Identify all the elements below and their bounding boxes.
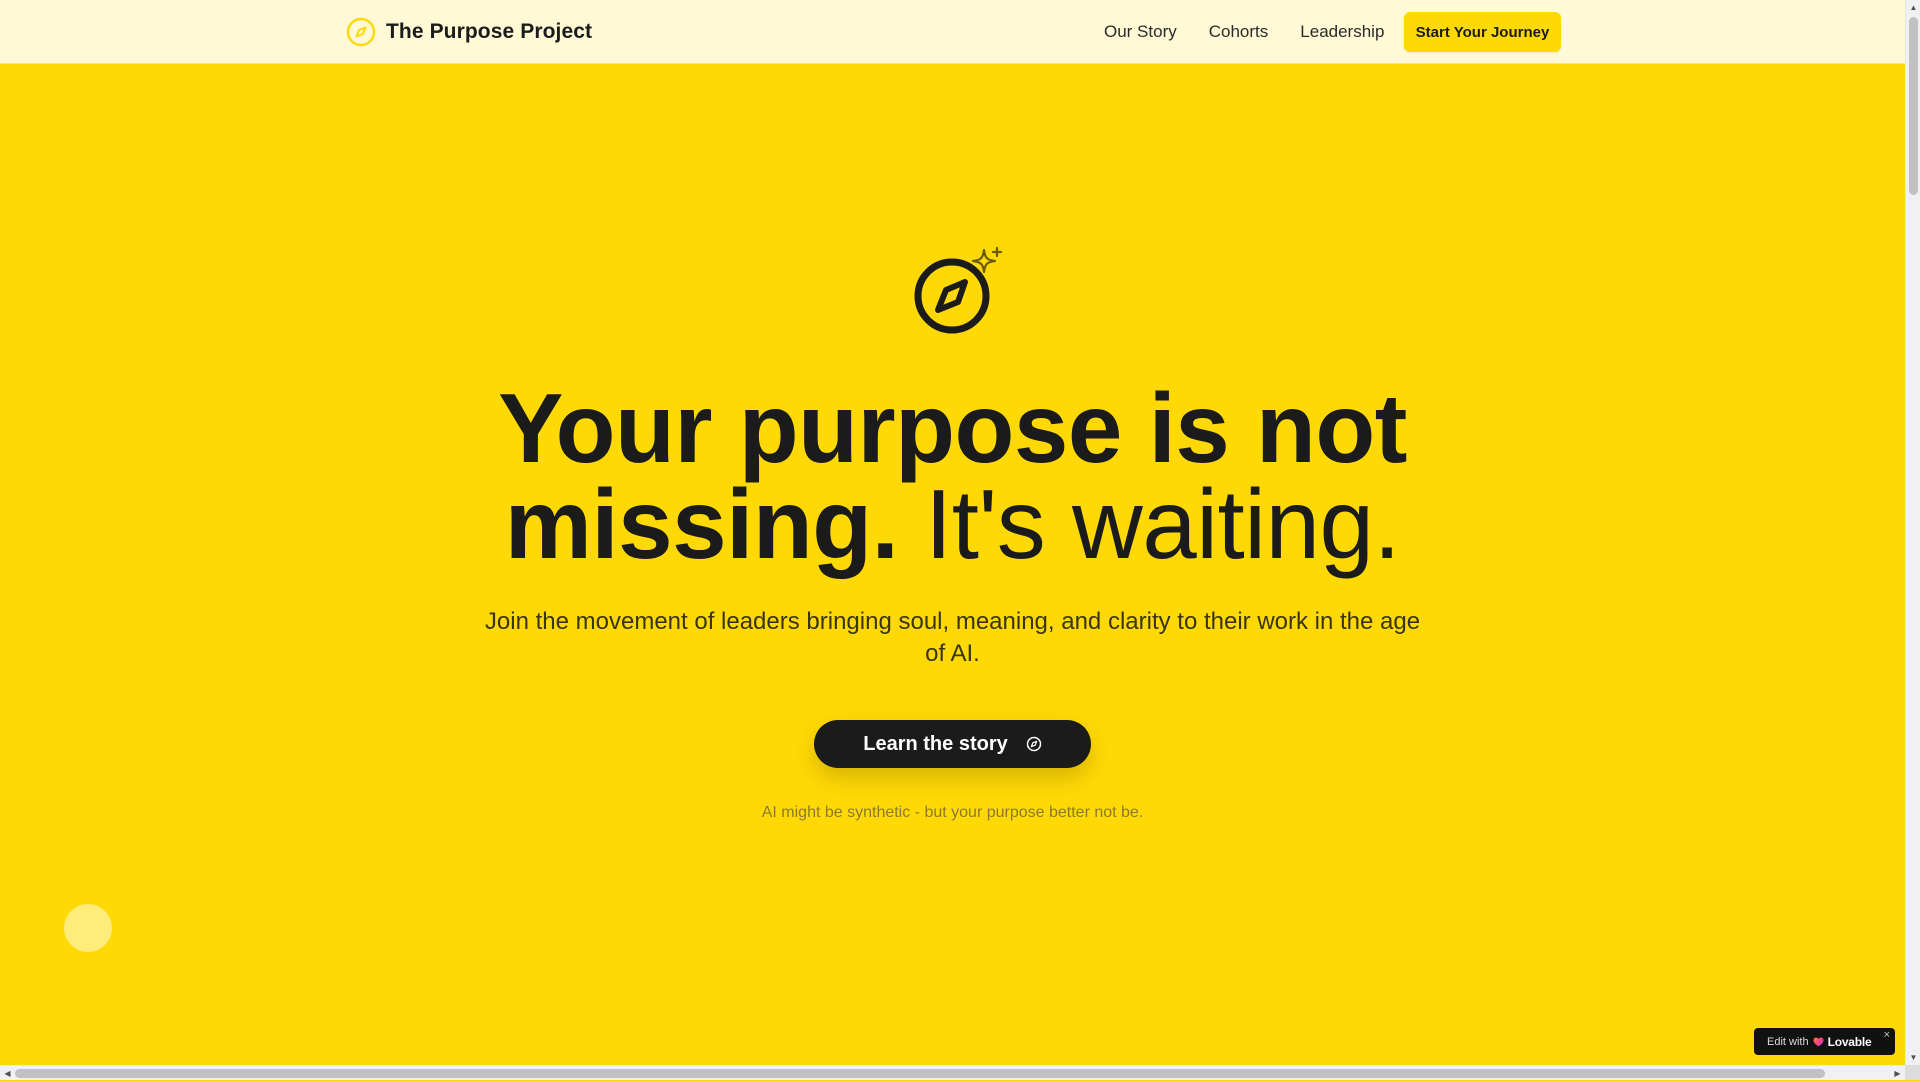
compass-icon <box>1026 736 1041 752</box>
nav-links: Our Story Cohorts Leadership <box>1104 0 1384 64</box>
edit-with-lovable-badge[interactable]: Edit with Lovable × <box>1754 1028 1895 1055</box>
nav-link-cohorts[interactable]: Cohorts <box>1209 22 1269 42</box>
top-navbar: The Purpose Project Our Story Cohorts Le… <box>0 0 1905 64</box>
start-journey-button[interactable]: Start Your Journey <box>1404 12 1561 52</box>
scroll-left-arrow-icon[interactable]: ◀ <box>0 1066 15 1081</box>
brand-logo-link[interactable]: The Purpose Project <box>346 16 592 48</box>
horizontal-scrollbar[interactable]: ◀ ▶ <box>0 1065 1905 1080</box>
vertical-scroll-thumb[interactable] <box>1909 17 1918 195</box>
compass-icon <box>346 17 376 47</box>
scrollbar-corner <box>1905 1065 1920 1080</box>
scroll-down-arrow-icon[interactable]: ▼ <box>1906 1050 1920 1065</box>
hero-tagline: AI might be synthetic - but your purpose… <box>761 804 1144 821</box>
compass-sparkle-icon <box>914 246 1003 334</box>
nav-link-our-story[interactable]: Our Story <box>1104 22 1177 42</box>
scroll-right-arrow-icon[interactable]: ▶ <box>1890 1066 1905 1081</box>
decorative-circle <box>64 904 112 952</box>
badge-brand: Lovable <box>1827 1034 1872 1049</box>
close-icon[interactable]: × <box>1884 1029 1890 1041</box>
learn-story-label: Learn the story <box>863 732 1008 755</box>
hero-subheadline: Join the movement of leaders bringing so… <box>484 608 1421 667</box>
hero-headline: Your purpose is not missing. It's waitin… <box>360 379 1545 573</box>
brand-name: The Purpose Project <box>386 20 593 43</box>
nav-link-leadership[interactable]: Leadership <box>1300 22 1384 42</box>
badge-prefix: Edit with <box>1767 1035 1809 1048</box>
vertical-scrollbar[interactable]: ▲ ▼ <box>1905 0 1920 1065</box>
headline-light: It's waiting. <box>925 469 1401 579</box>
lovable-heart-icon <box>1813 1037 1824 1046</box>
learn-story-button[interactable]: Learn the story <box>814 720 1091 768</box>
scroll-up-arrow-icon[interactable]: ▲ <box>1906 0 1920 15</box>
horizontal-scroll-thumb[interactable] <box>15 1069 1825 1078</box>
page-viewport: The Purpose Project Our Story Cohorts Le… <box>0 0 1905 1065</box>
